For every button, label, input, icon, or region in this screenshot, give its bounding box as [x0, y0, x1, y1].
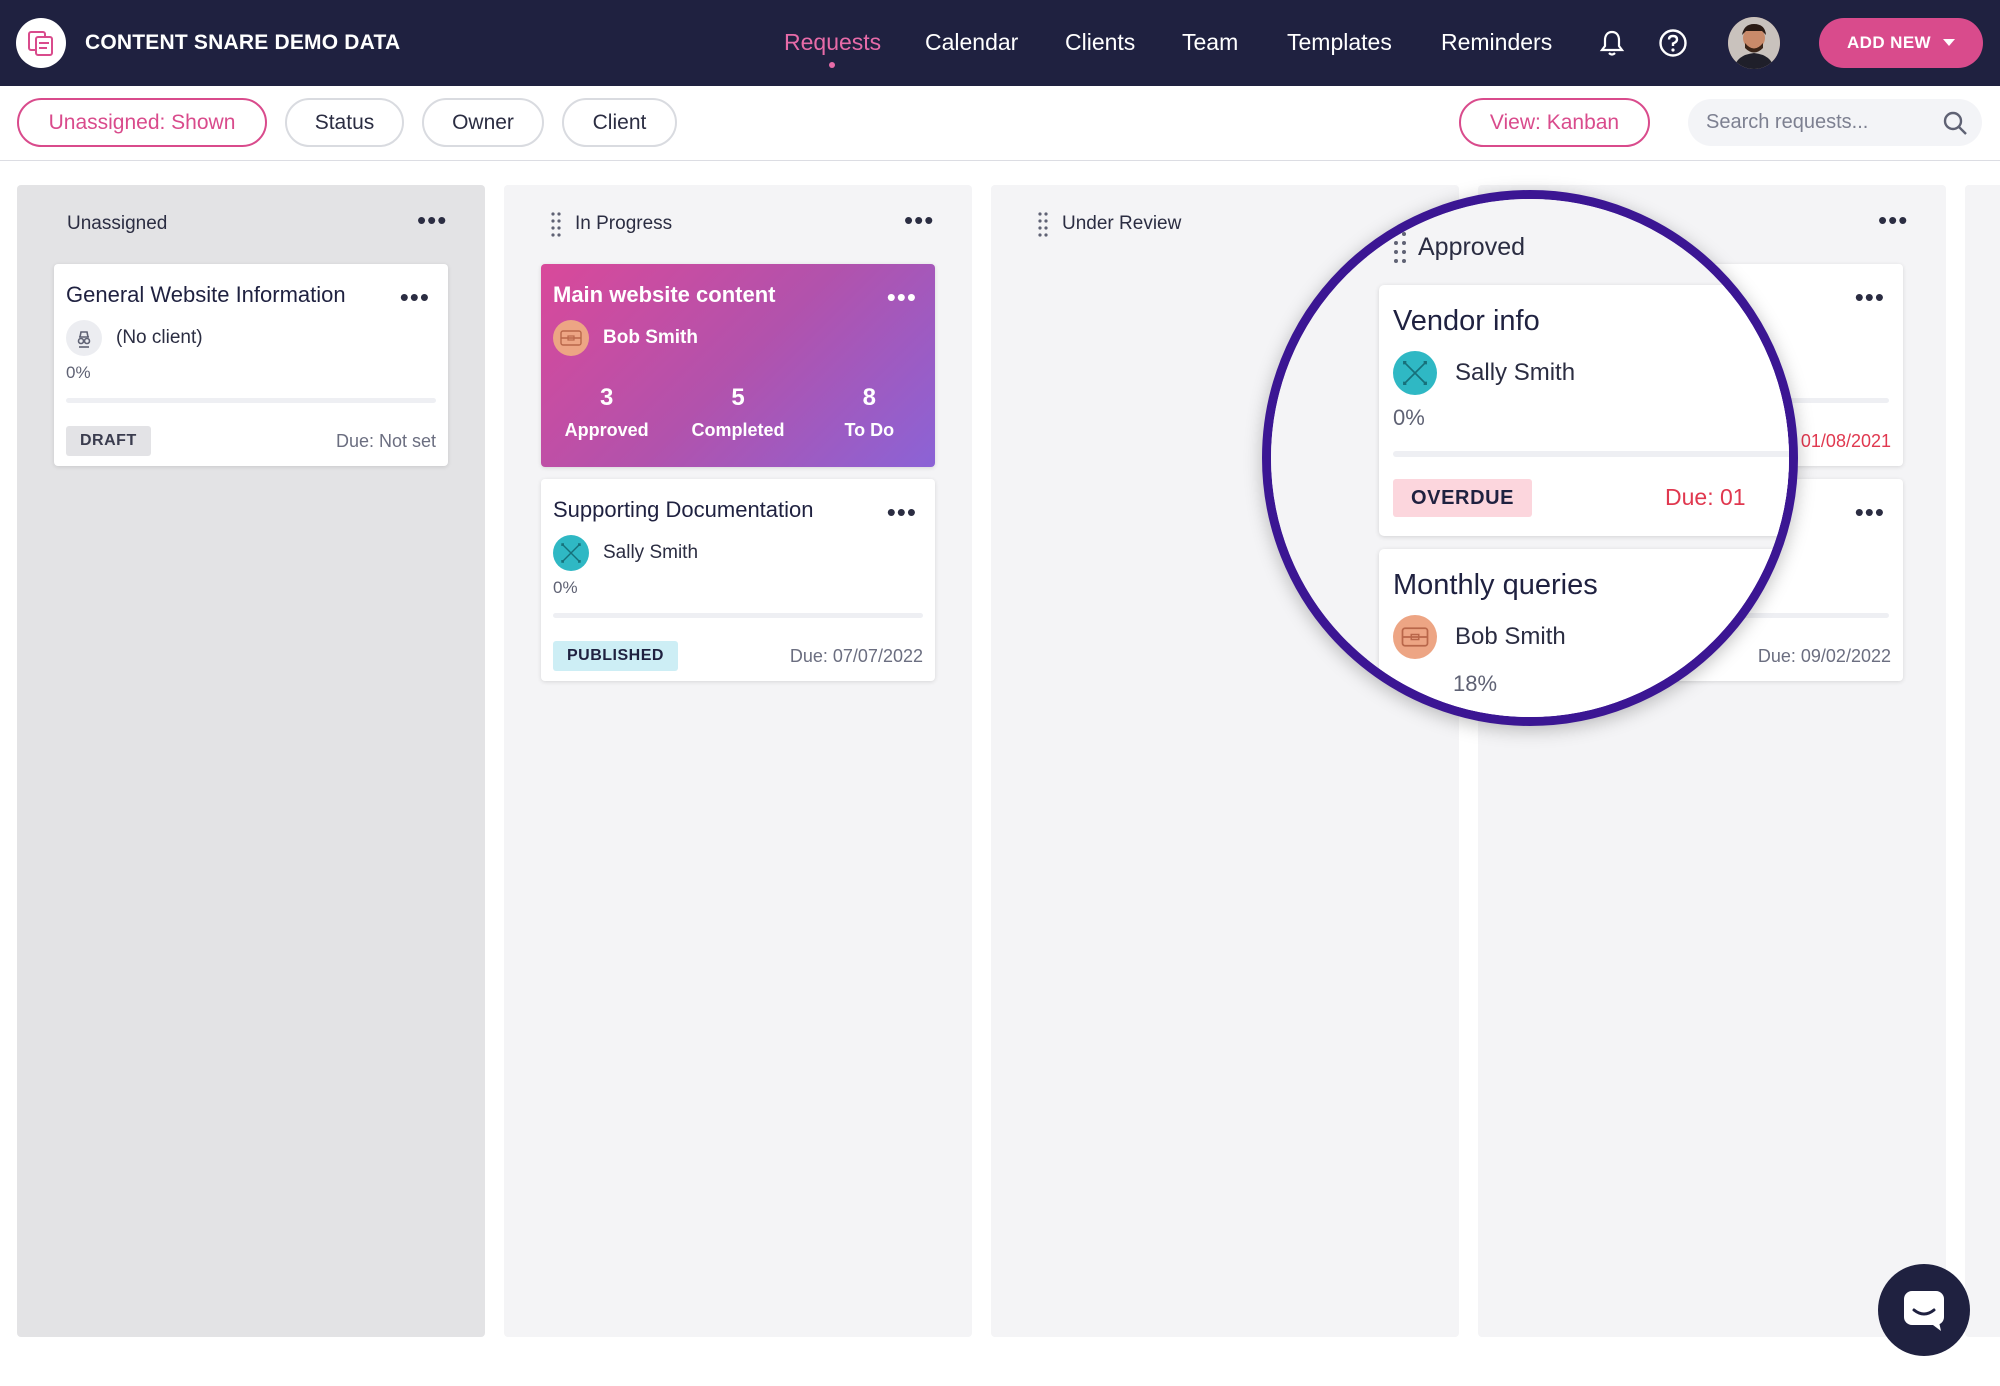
account-name: CONTENT SNARE DEMO DATA	[85, 31, 401, 54]
card-menu-icon[interactable]: •••	[1855, 284, 1885, 310]
magnified-card-monthly-queries[interactable]: Monthly queries Bob Smith 18%	[1379, 549, 1789, 717]
avatar	[1393, 615, 1437, 659]
drag-handle-icon[interactable]	[1393, 231, 1407, 265]
unassigned-filter-toggle[interactable]: Unassigned: Shown	[17, 98, 267, 147]
search-input[interactable]	[1706, 111, 1926, 134]
card-title: Vendor info	[1393, 305, 1540, 337]
card-owner: Sally Smith	[553, 535, 698, 571]
active-nav-indicator	[829, 62, 835, 68]
progress-bar	[1393, 451, 1789, 457]
view-toggle[interactable]: View: Kanban	[1459, 98, 1650, 147]
request-card-supporting-documentation[interactable]: Supporting Documentation ••• Sally Smith…	[541, 479, 935, 681]
avatar	[553, 320, 589, 356]
column-title: Unassigned	[67, 213, 168, 234]
nav-clients[interactable]: Clients	[1065, 29, 1135, 56]
column-title: Under Review	[1062, 213, 1182, 234]
nav-calendar[interactable]: Calendar	[925, 29, 1018, 56]
owner-name: Bob Smith	[603, 327, 698, 348]
card-menu-icon[interactable]: •••	[887, 284, 917, 310]
nav-requests[interactable]: Requests	[784, 29, 881, 56]
add-new-label: ADD NEW	[1846, 33, 1931, 52]
magnified-approved-column: Approved Vendor info Sally Smith 0% OVER…	[1367, 199, 1789, 717]
stat-completed: 5 Completed	[691, 384, 785, 440]
due-date: Due: 01	[1665, 484, 1746, 510]
card-owner: Sally Smith	[1393, 351, 1575, 395]
card-menu-icon[interactable]: •••	[1855, 499, 1885, 525]
card-title: Main website content	[553, 282, 776, 307]
column-unassigned: Unassigned ••• General Website Informati…	[17, 185, 485, 1337]
column-in-progress: In Progress ••• Main website content •••…	[504, 185, 972, 1337]
help-circle-icon[interactable]	[1658, 28, 1688, 58]
progress-percent: 0%	[66, 363, 91, 382]
search-icon[interactable]	[1942, 110, 1968, 136]
owner-name: Sally Smith	[1455, 359, 1576, 386]
card-owner: Bob Smith	[1393, 615, 1566, 659]
card-title: Monthly queries	[1393, 569, 1598, 601]
app-logo-icon[interactable]	[16, 18, 66, 68]
user-avatar[interactable]	[1728, 17, 1780, 69]
magnified-under-review-column	[1271, 199, 1349, 717]
magnifier-content: Approved Vendor info Sally Smith 0% OVER…	[1271, 199, 1789, 717]
owner-name: Sally Smith	[603, 542, 699, 563]
column-menu-icon[interactable]: •••	[1878, 207, 1908, 233]
nav-team[interactable]: Team	[1182, 29, 1238, 56]
progress-percent: 0%	[553, 578, 578, 597]
card-owner: Bob Smith	[553, 320, 698, 356]
drag-handle-icon[interactable]	[550, 211, 562, 239]
card-owner: (No client)	[66, 320, 203, 356]
column-menu-icon[interactable]: •••	[417, 207, 447, 233]
request-card-main-website[interactable]: Main website content ••• Bob Smith 3 Appr…	[541, 264, 935, 467]
owner-filter[interactable]: Owner	[422, 98, 544, 147]
column-title: In Progress	[575, 213, 673, 234]
column-next-partial	[1965, 185, 2000, 1337]
progress-bar	[66, 398, 436, 403]
bell-icon[interactable]	[1597, 28, 1627, 58]
status-filter[interactable]: Status	[285, 98, 404, 147]
owner-name: Bob Smith	[1455, 623, 1566, 650]
drag-handle-icon[interactable]	[1037, 211, 1049, 239]
client-filter[interactable]: Client	[562, 98, 677, 147]
chat-launcher-button[interactable]	[1878, 1264, 1970, 1356]
chat-icon	[1904, 1291, 1944, 1331]
avatar	[553, 535, 589, 571]
stat-approved: 3 Approved	[564, 384, 649, 440]
status-badge: DRAFT	[66, 426, 151, 456]
top-navigation-bar: CONTENT SNARE DEMO DATA Requests Calenda…	[0, 0, 2000, 86]
search-box	[1688, 99, 1982, 146]
card-title: Supporting Documentation	[553, 497, 814, 522]
add-new-button[interactable]: ADD NEW	[1819, 18, 1983, 68]
avatar	[1393, 351, 1437, 395]
owner-name: (No client)	[116, 327, 203, 348]
due-date: 01/08/2021	[1800, 431, 1891, 451]
nav-reminders[interactable]: Reminders	[1441, 29, 1552, 56]
status-badge: PUBLISHED	[553, 641, 678, 671]
card-menu-icon[interactable]: •••	[400, 284, 430, 310]
column-title: Approved	[1418, 233, 1526, 261]
no-client-icon	[66, 320, 102, 356]
progress-percent: 0%	[1393, 405, 1425, 430]
column-menu-icon[interactable]: •••	[904, 207, 934, 233]
card-menu-icon[interactable]: •••	[887, 499, 917, 525]
progress-bar	[553, 613, 923, 618]
nav-templates[interactable]: Templates	[1287, 29, 1392, 56]
magnified-card-vendor-info[interactable]: Vendor info Sally Smith 0% OVERDUE Due: …	[1379, 285, 1789, 536]
filter-bar: Unassigned: Shown Status Owner Client Vi…	[0, 86, 2000, 161]
stat-to-do: 8 To Do	[844, 384, 895, 440]
card-stats: 3 Approved 5 Completed 8 To Do	[541, 384, 935, 441]
magnifier-callout: Approved Vendor info Sally Smith 0% OVER…	[1262, 190, 1798, 726]
due-date: Due: 07/07/2022	[789, 646, 923, 666]
card-title: General Website Information	[66, 282, 346, 307]
due-date: Due: Not set	[335, 431, 436, 451]
progress-percent: 18%	[1453, 671, 1498, 696]
request-card-general-website[interactable]: General Website Information ••• (No clie…	[54, 264, 448, 466]
status-badge: OVERDUE	[1393, 479, 1533, 517]
caret-down-icon	[1943, 39, 1955, 46]
